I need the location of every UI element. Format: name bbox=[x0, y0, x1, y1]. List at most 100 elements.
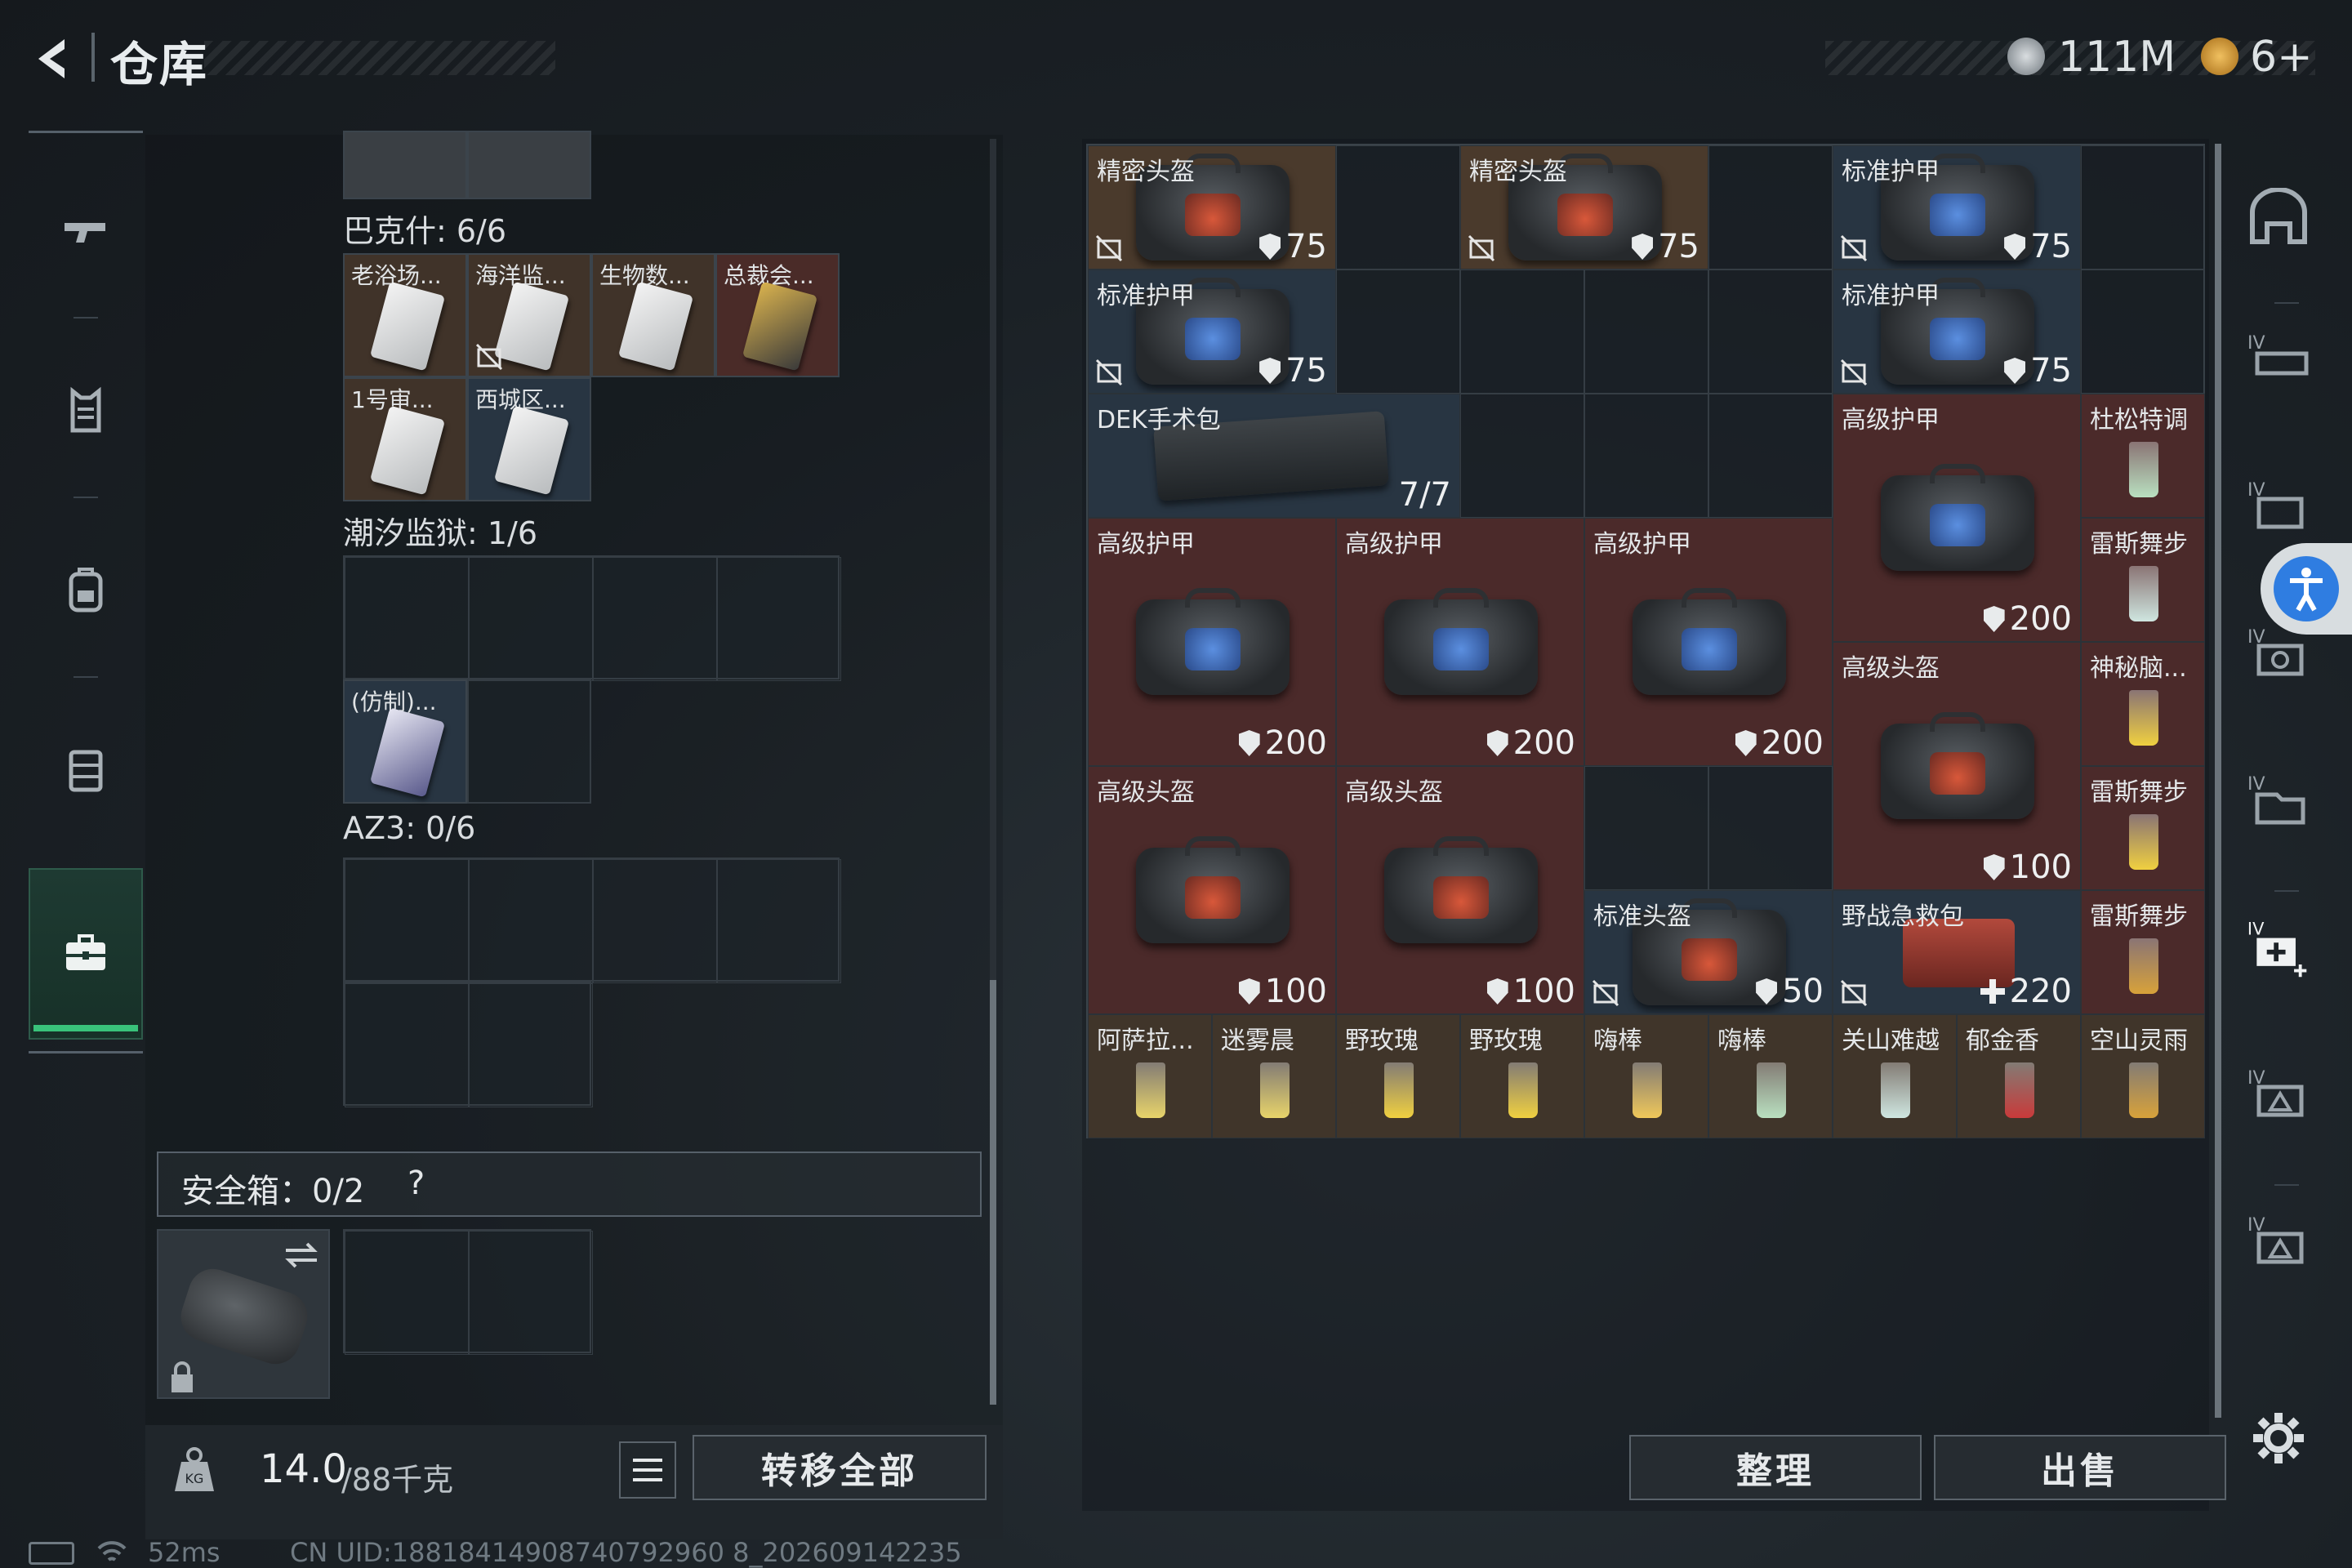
empty-keycard-slot[interactable] bbox=[467, 679, 591, 804]
keycard-slot[interactable]: 总裁会... bbox=[715, 253, 840, 377]
partial-slot[interactable] bbox=[467, 131, 591, 199]
tab-stash-6[interactable]: IV bbox=[2246, 1209, 2311, 1274]
nav-armor[interactable] bbox=[29, 329, 143, 492]
list-icon bbox=[633, 1459, 662, 1481]
keycard-slot[interactable]: 西城区... bbox=[467, 377, 591, 501]
storage-item[interactable]: 野玫瑰 bbox=[1460, 1014, 1584, 1138]
tab-add-stash[interactable]: IV bbox=[2246, 915, 2311, 980]
settings-gear-icon[interactable] bbox=[2250, 1410, 2307, 1467]
empty-keycard-row[interactable] bbox=[343, 858, 841, 983]
accessibility-float[interactable] bbox=[2261, 543, 2352, 635]
left-scrollbar-thumb[interactable] bbox=[990, 980, 996, 1405]
empty-storage-cell[interactable] bbox=[1708, 270, 1833, 394]
storage-item[interactable]: 雷斯舞步 bbox=[2081, 766, 2205, 890]
swap-icon[interactable] bbox=[281, 1239, 322, 1272]
transfer-all-button[interactable]: 转移全部 bbox=[693, 1435, 987, 1500]
empty-keycard-row[interactable] bbox=[343, 982, 593, 1107]
tab-stash-2[interactable]: IV bbox=[2246, 474, 2311, 539]
item-durability: 75 bbox=[2004, 228, 2072, 265]
storage-item[interactable]: 空山灵雨 bbox=[2081, 1014, 2205, 1138]
item-name: 雷斯舞步 bbox=[2090, 778, 2188, 807]
keycard-slot[interactable]: 生物数... bbox=[591, 253, 715, 377]
storage-item[interactable]: 嗨棒 bbox=[1584, 1014, 1708, 1138]
partial-slot[interactable] bbox=[343, 131, 467, 199]
armor-bag-image bbox=[1632, 588, 1787, 696]
storage-item[interactable]: 神秘脑... bbox=[2081, 642, 2205, 766]
tab-stash-5[interactable]: IV bbox=[2246, 1062, 2311, 1127]
empty-storage-cell[interactable] bbox=[1708, 394, 1833, 518]
nav-case[interactable] bbox=[29, 868, 143, 1040]
currency-amount: 111M bbox=[2058, 33, 2176, 82]
keycard-slot[interactable]: 1号审... bbox=[343, 377, 467, 501]
add-stash-icon: IV bbox=[2247, 920, 2307, 978]
storage-item[interactable]: 精密头盔 75 bbox=[1088, 145, 1336, 270]
nav-rig[interactable] bbox=[29, 688, 143, 852]
empty-storage-cell[interactable] bbox=[1336, 270, 1460, 394]
storage-item[interactable]: 阿萨拉... bbox=[1088, 1014, 1212, 1138]
tab-home[interactable] bbox=[2246, 184, 2311, 249]
storage-item[interactable]: 嗨棒 bbox=[1708, 1014, 1833, 1138]
storage-item[interactable]: 野玫瑰 bbox=[1336, 1014, 1460, 1138]
empty-storage-cell[interactable] bbox=[1336, 145, 1460, 270]
drink-image bbox=[1260, 1062, 1290, 1119]
no-durability-icon bbox=[1840, 359, 1868, 386]
empty-keycard-row[interactable] bbox=[343, 555, 841, 681]
storage-item[interactable]: 雷斯舞步 bbox=[2081, 890, 2205, 1014]
storage-scrollbar[interactable] bbox=[2215, 144, 2221, 1418]
keycard-slot[interactable]: (仿制)... bbox=[343, 679, 467, 804]
item-durability: 200 bbox=[1735, 724, 1824, 762]
storage-item[interactable]: 雷斯舞步 bbox=[2081, 518, 2205, 642]
sell-button[interactable]: 出售 bbox=[1934, 1435, 2226, 1500]
item-durability: 200 bbox=[1238, 724, 1327, 762]
empty-storage-cell[interactable] bbox=[2081, 145, 2205, 270]
storage-item[interactable]: 杜松特调 bbox=[2081, 394, 2205, 518]
item-durability: 7/7 bbox=[1399, 476, 1451, 514]
storage-item[interactable]: 高级头盔 100 bbox=[1833, 642, 2081, 890]
organize-button[interactable]: 整理 bbox=[1629, 1435, 1922, 1500]
storage-item[interactable]: 高级护甲 200 bbox=[1336, 518, 1584, 766]
storage-item[interactable]: 高级护甲 200 bbox=[1584, 518, 1833, 766]
storage-item[interactable]: 高级头盔 100 bbox=[1088, 766, 1336, 1014]
storage-item[interactable]: 野战急救包 220 bbox=[1833, 890, 2081, 1014]
tab-stash-1[interactable]: IV bbox=[2246, 327, 2311, 392]
empty-storage-cell[interactable] bbox=[1708, 145, 1833, 270]
nav-backpack[interactable] bbox=[29, 509, 143, 672]
storage-item[interactable]: 高级护甲 200 bbox=[1833, 394, 2081, 642]
storage-item[interactable]: 高级头盔 100 bbox=[1336, 766, 1584, 1014]
item-name: DEK手术包 bbox=[1097, 406, 1221, 434]
safe-box-help-icon[interactable]: ? bbox=[408, 1165, 425, 1202]
tab-stash-4[interactable]: IV bbox=[2246, 768, 2311, 833]
storage-item[interactable]: DEK手术包 7/7 bbox=[1088, 394, 1460, 518]
empty-storage-cell[interactable] bbox=[1584, 270, 1708, 394]
nav-weapons[interactable] bbox=[29, 149, 143, 313]
storage-item[interactable]: 郁金香 bbox=[1957, 1014, 2081, 1138]
item-durability: 75 bbox=[1259, 352, 1327, 390]
drink-image bbox=[1881, 1062, 1910, 1119]
storage-item[interactable]: 标准护甲 75 bbox=[1833, 270, 2081, 394]
empty-storage-cell[interactable] bbox=[1460, 270, 1584, 394]
back-arrow-icon[interactable] bbox=[29, 34, 78, 83]
storage-item[interactable]: 标准护甲 75 bbox=[1833, 145, 2081, 270]
empty-storage-cell[interactable] bbox=[1708, 766, 1833, 890]
storage-item[interactable]: 精密头盔 75 bbox=[1460, 145, 1708, 270]
drink-image bbox=[1633, 1062, 1662, 1119]
storage-item[interactable]: 高级护甲 200 bbox=[1088, 518, 1336, 766]
empty-storage-cell[interactable] bbox=[1584, 766, 1708, 890]
empty-storage-cell[interactable] bbox=[1460, 394, 1584, 518]
storage-item[interactable]: 关山难越 bbox=[1833, 1014, 1957, 1138]
keycard-slot[interactable]: 海洋监... bbox=[467, 253, 591, 377]
empty-storage-cell[interactable] bbox=[1584, 394, 1708, 518]
item-name: 高级护甲 bbox=[1593, 530, 1691, 559]
list-view-button[interactable] bbox=[619, 1441, 676, 1499]
safe-box-slots[interactable] bbox=[343, 1229, 593, 1355]
storage-item[interactable]: 标准护甲 75 bbox=[1088, 270, 1336, 394]
empty-storage-cell[interactable] bbox=[2081, 270, 2205, 394]
item-durability: 75 bbox=[2004, 352, 2072, 390]
storage-item[interactable]: 迷雾晨 bbox=[1212, 1014, 1336, 1138]
safe-box-container[interactable] bbox=[157, 1229, 330, 1399]
keycard-slot[interactable]: 老浴场... bbox=[343, 253, 467, 377]
item-value: 7/7 bbox=[1398, 476, 1451, 514]
storage-item[interactable]: 标准头盔 50 bbox=[1584, 890, 1833, 1014]
armor-shield-icon bbox=[1238, 730, 1260, 756]
vest-icon bbox=[70, 386, 101, 433]
